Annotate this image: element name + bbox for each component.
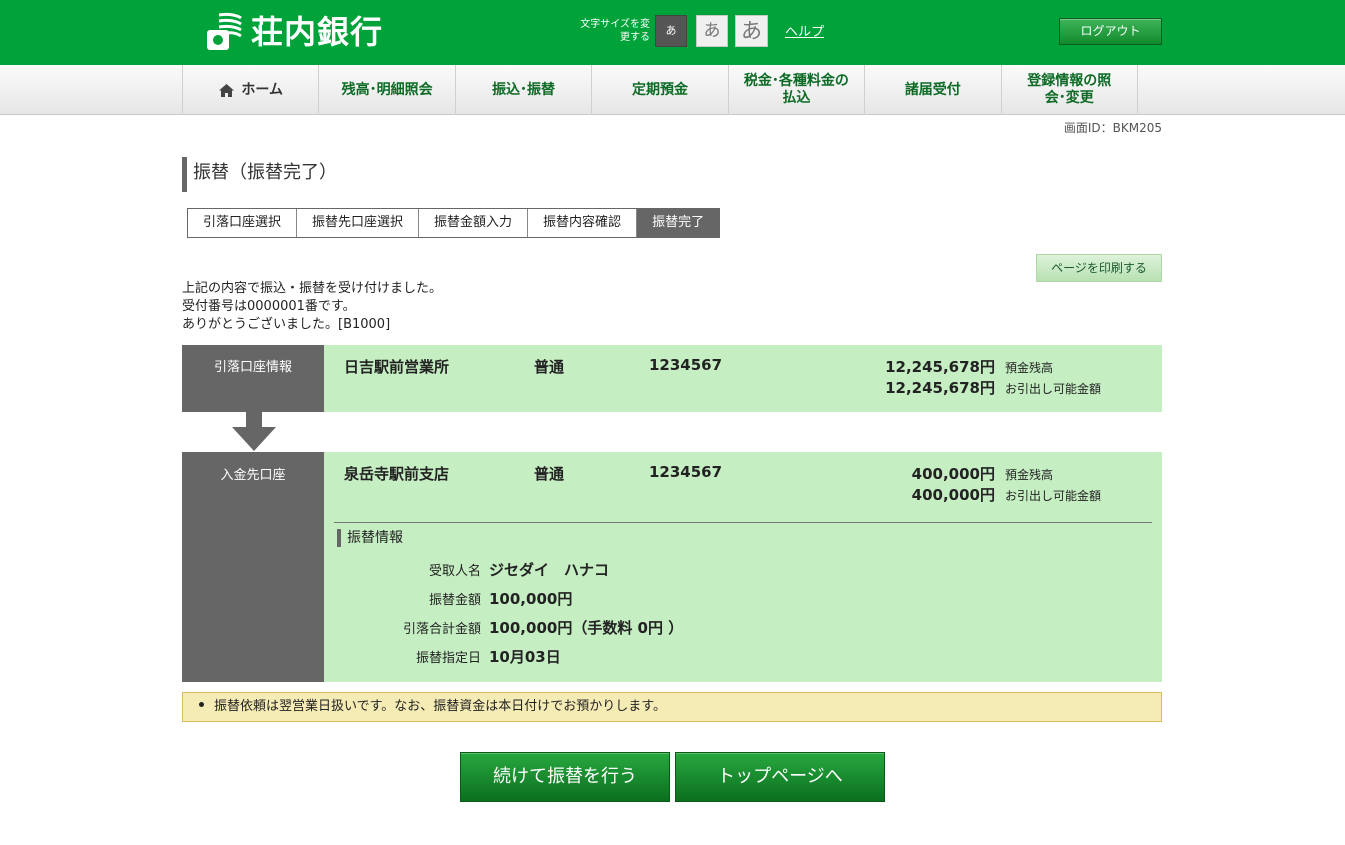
nav-item-registration[interactable]: 登録情報の照会･変更: [1002, 65, 1138, 115]
step-confirm: 振替内容確認: [528, 209, 638, 237]
continue-transfer-button[interactable]: 続けて振替を行う: [460, 752, 670, 802]
message-line: 上記の内容で振込・振替を受け付けました。: [182, 281, 443, 296]
to-account-number: 1234567: [649, 463, 723, 481]
date-label: 振替指定日: [415, 651, 481, 666]
to-account-label-text: 入金先口座: [220, 468, 286, 483]
print-page-button[interactable]: ページを印刷する: [1036, 254, 1162, 282]
from-available: 12,245,678円: [885, 379, 995, 397]
recipient-row: 受取人名 ジセダイ ハナコ: [324, 559, 924, 580]
nav-item-label: ホーム: [241, 81, 283, 98]
amount-value: 100,000円: [489, 590, 573, 608]
header-bar: 荘内銀行 文字サイズを変更する あ あ あ ヘルプ ログアウト: [0, 0, 1345, 65]
available-label: お引出し可能金額: [1005, 489, 1102, 503]
help-link[interactable]: ヘルプ: [785, 21, 824, 40]
nav-item-label: 登録情報の照会･変更: [1027, 73, 1112, 106]
recipient-label: 受取人名: [428, 564, 481, 579]
bank-logo[interactable]: 荘内銀行: [205, 12, 383, 52]
nav-item-home[interactable]: ホーム: [183, 65, 320, 115]
to-balance: 400,000円: [911, 465, 995, 483]
main-nav: ホーム 残高･明細照会 振込･振替 定期預金 税金･各種料金の払込 諸届受付 登…: [0, 65, 1345, 115]
nav-item-time-deposit[interactable]: 定期預金: [592, 65, 729, 115]
font-size-label: 文字サイズを変更する: [580, 19, 650, 43]
nav-item-tax-payment[interactable]: 税金･各種料金の払込: [729, 65, 866, 115]
step-complete: 振替完了: [637, 209, 720, 237]
divider: [334, 522, 1152, 523]
available-label: お引出し可能金額: [1005, 382, 1102, 396]
step-enter-amount: 振替金額入力: [419, 209, 529, 237]
to-balance-row: 400,000円 預金残高: [762, 463, 1122, 484]
amount-row: 振替金額 100,000円: [324, 588, 924, 609]
font-size-medium-button[interactable]: あ: [696, 15, 728, 47]
from-account-label: 引落口座情報: [182, 345, 324, 412]
balance-label: 預金残高: [1005, 468, 1054, 482]
total-row: 引落合計金額 100,000円（手数料 0円 ）: [324, 617, 924, 638]
notice-box: 振替依頼は翌営業日扱いです。なお、振替資金は本日付けでお預かりします。: [182, 692, 1162, 722]
font-size-small-button[interactable]: あ: [655, 15, 687, 47]
step-indicator: 引落口座選択 振替先口座選択 振替金額入力 振替内容確認 振替完了: [187, 208, 721, 238]
nav-item-transfer[interactable]: 振込･振替: [456, 65, 593, 115]
to-available-row: 400,000円 お引出し可能金額: [762, 484, 1122, 505]
step-select-source: 引落口座選択: [188, 209, 298, 237]
logout-button[interactable]: ログアウト: [1059, 18, 1162, 45]
nav-item-notifications[interactable]: 諸届受付: [865, 65, 1002, 115]
page-title: 振替（振替完了）: [182, 157, 337, 192]
bank-name: 荘内銀行: [251, 13, 384, 51]
from-balance-row: 12,245,678円 預金残高: [762, 356, 1122, 377]
to-account-panel: 泉岳寺駅前支店 普通 1234567 400,000円 預金残高 400,000…: [324, 452, 1162, 682]
home-icon: [219, 83, 235, 97]
step-select-destination: 振替先口座選択: [297, 209, 420, 237]
from-balance: 12,245,678円: [885, 358, 995, 376]
balance-label: 預金残高: [1005, 361, 1054, 375]
to-account-type: 普通: [534, 465, 565, 483]
to-available: 400,000円: [911, 486, 995, 504]
amount-label: 振替金額: [428, 593, 481, 608]
completion-message: 上記の内容で振込・振替を受け付けました。 受付番号は0000001番です。 あり…: [182, 280, 442, 334]
message-line: 受付番号は0000001番です。: [182, 299, 356, 314]
date-value: 10月03日: [489, 648, 561, 666]
from-account-number: 1234567: [649, 356, 723, 374]
total-value: 100,000円（手数料 0円 ）: [489, 619, 684, 637]
from-branch: 日吉駅前営業所: [344, 358, 450, 376]
notice-text: 振替依頼は翌営業日扱いです。なお、振替資金は本日付けでお預かりします。: [214, 699, 667, 714]
font-size-large-button[interactable]: あ: [735, 15, 768, 47]
bank-logo-icon: [207, 12, 242, 50]
from-account-type: 普通: [534, 358, 565, 376]
transfer-info-title: 振替情報: [337, 529, 403, 547]
nav-item-label: 税金･各種料金の払込: [743, 73, 849, 106]
screen-id: 画面ID：BKM205: [1063, 121, 1162, 135]
message-line: ありがとうございました。[B1000]: [182, 317, 391, 332]
from-available-row: 12,245,678円 お引出し可能金額: [762, 377, 1122, 398]
date-row: 振替指定日 10月03日: [324, 646, 924, 667]
arrow-down-icon: [232, 412, 276, 451]
total-label: 引落合計金額: [402, 622, 481, 637]
top-page-button[interactable]: トップページへ: [675, 752, 885, 802]
from-account-panel: 日吉駅前営業所 普通 1234567 12,245,678円 預金残高 12,2…: [324, 345, 1162, 412]
bullet-icon: [199, 702, 204, 707]
to-account-label: 入金先口座: [182, 452, 324, 682]
to-branch: 泉岳寺駅前支店: [344, 465, 450, 483]
recipient-value: ジセダイ ハナコ: [489, 561, 610, 579]
nav-item-balance[interactable]: 残高･明細照会: [319, 65, 456, 115]
